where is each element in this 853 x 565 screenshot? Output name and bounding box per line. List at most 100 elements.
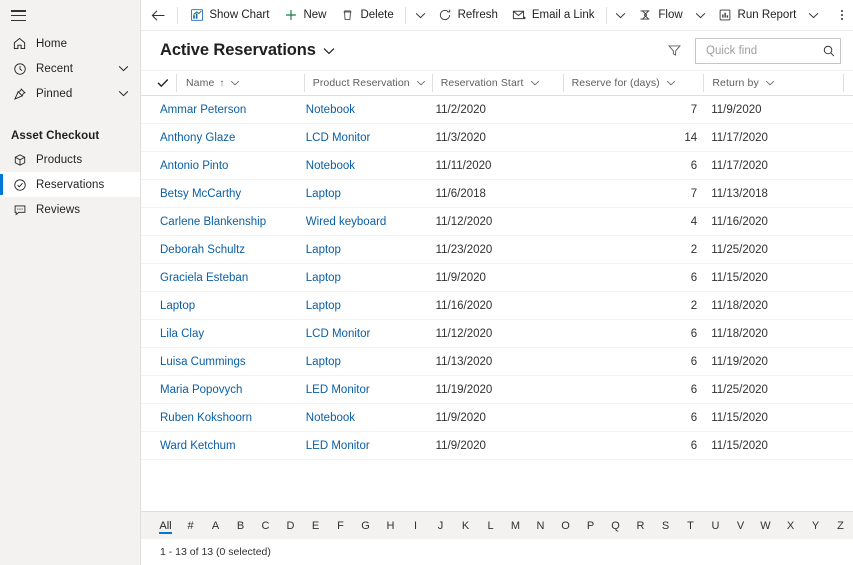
row-cell-product-reservation[interactable]: LCD Monitor bbox=[306, 328, 436, 340]
sidebar-item-recent[interactable]: Recent bbox=[0, 56, 140, 81]
row-cell-name[interactable]: Betsy McCarthy bbox=[160, 188, 306, 200]
row-cell-name[interactable]: Ward Ketchum bbox=[160, 440, 306, 452]
row-cell-product-reservation[interactable]: LED Monitor bbox=[306, 384, 436, 396]
flow-button[interactable]: Flow bbox=[631, 0, 689, 30]
row-cell-product-reservation[interactable]: Laptop bbox=[306, 300, 436, 312]
show-chart-button[interactable]: Show Chart bbox=[182, 0, 276, 30]
row-cell-product-reservation[interactable]: Wired keyboard bbox=[306, 216, 436, 228]
column-header-return-by[interactable]: Return by bbox=[703, 70, 843, 96]
chevron-down-icon[interactable] bbox=[230, 80, 240, 86]
site-map-toggle[interactable] bbox=[0, 0, 140, 31]
row-cell-name[interactable]: Anthony Glaze bbox=[160, 132, 306, 144]
run-report-button[interactable]: Run Report bbox=[711, 0, 804, 30]
alpha-filter-s[interactable]: S bbox=[653, 512, 678, 539]
alpha-filter-z[interactable]: Z bbox=[828, 512, 853, 539]
alpha-filter-c[interactable]: C bbox=[253, 512, 278, 539]
chevron-down-icon[interactable] bbox=[416, 80, 426, 86]
table-row[interactable]: Laptop Laptop 11/16/2020 2 11/18/2020 bbox=[141, 292, 853, 320]
email-a-link-button[interactable]: Email a Link bbox=[505, 0, 602, 30]
column-header-product-reservation[interactable]: Product Reservation bbox=[303, 70, 432, 96]
column-header-reservation-start[interactable]: Reservation Start bbox=[431, 70, 563, 96]
chevron-down-icon[interactable] bbox=[765, 80, 775, 86]
table-row[interactable]: Deborah Schultz Laptop 11/23/2020 2 11/25/20… bbox=[141, 236, 853, 264]
row-cell-product-reservation[interactable]: Laptop bbox=[306, 188, 436, 200]
chevron-down-icon[interactable] bbox=[114, 65, 132, 72]
alpha-filter-n[interactable]: N bbox=[528, 512, 553, 539]
flow-menu-caret[interactable] bbox=[690, 0, 711, 30]
alpha-filter-f[interactable]: F bbox=[328, 512, 353, 539]
alpha-filter-i[interactable]: I bbox=[403, 512, 428, 539]
row-cell-product-reservation[interactable]: Notebook bbox=[306, 104, 436, 116]
sidebar-item-reviews[interactable]: Reviews bbox=[0, 197, 140, 222]
new-button[interactable]: New bbox=[276, 0, 333, 30]
refresh-button[interactable]: Refresh bbox=[431, 0, 505, 30]
column-header-name[interactable]: Name ↑ bbox=[157, 70, 304, 96]
alpha-filter-h[interactable]: H bbox=[378, 512, 403, 539]
alpha-filter-d[interactable]: D bbox=[278, 512, 303, 539]
sidebar-item-home[interactable]: Home bbox=[0, 31, 140, 56]
row-cell-name[interactable]: Carlene Blankenship bbox=[160, 216, 306, 228]
alpha-filter-e[interactable]: E bbox=[303, 512, 328, 539]
row-cell-name[interactable]: Lila Clay bbox=[160, 328, 306, 340]
alpha-filter-t[interactable]: T bbox=[678, 512, 703, 539]
row-cell-name[interactable]: Maria Popovych bbox=[160, 384, 306, 396]
alpha-filter-m[interactable]: M bbox=[503, 512, 528, 539]
table-row[interactable]: Ammar Peterson Notebook 11/2/2020 7 11/9/202… bbox=[141, 96, 853, 124]
row-cell-name[interactable]: Graciela Esteban bbox=[160, 272, 306, 284]
email-menu-caret[interactable] bbox=[611, 0, 632, 30]
view-selector-caret[interactable] bbox=[323, 47, 335, 55]
alpha-filter-b[interactable]: B bbox=[228, 512, 253, 539]
alpha-filter-k[interactable]: K bbox=[453, 512, 478, 539]
search-input[interactable] bbox=[704, 43, 822, 58]
table-row[interactable]: Maria Popovych LED Monitor 11/19/2020 6 11/2… bbox=[141, 376, 853, 404]
back-button[interactable] bbox=[143, 0, 173, 30]
sidebar-item-pinned[interactable]: Pinned bbox=[0, 81, 140, 106]
row-cell-product-reservation[interactable]: Notebook bbox=[306, 160, 436, 172]
filter-button[interactable] bbox=[661, 38, 687, 64]
alpha-filter-u[interactable]: U bbox=[703, 512, 728, 539]
chevron-down-icon[interactable] bbox=[530, 80, 540, 86]
row-cell-product-reservation[interactable]: LCD Monitor bbox=[306, 132, 436, 144]
select-all-checkbox[interactable] bbox=[157, 78, 177, 88]
delete-menu-caret[interactable] bbox=[410, 0, 431, 30]
table-row[interactable]: Betsy McCarthy Laptop 11/6/2018 7 11/13/2018 bbox=[141, 180, 853, 208]
row-cell-name[interactable]: Laptop bbox=[160, 300, 306, 312]
row-cell-name[interactable]: Antonio Pinto bbox=[160, 160, 306, 172]
row-cell-name[interactable]: Ammar Peterson bbox=[160, 104, 306, 116]
alpha-filter-q[interactable]: Q bbox=[603, 512, 628, 539]
alpha-filter-all[interactable]: All bbox=[153, 512, 178, 539]
alpha-filter-w[interactable]: W bbox=[753, 512, 778, 539]
alpha-filter-y[interactable]: Y bbox=[803, 512, 828, 539]
chevron-down-icon[interactable] bbox=[114, 90, 132, 97]
chevron-down-icon[interactable] bbox=[666, 80, 676, 86]
row-cell-name[interactable]: Ruben Kokshoorn bbox=[160, 412, 306, 424]
row-cell-product-reservation[interactable]: Laptop bbox=[306, 356, 436, 368]
sidebar-item-products[interactable]: Products bbox=[0, 147, 140, 172]
column-header-reserve-for-days[interactable]: Reserve for (days) bbox=[562, 70, 704, 96]
table-row[interactable]: Ward Ketchum LED Monitor 11/9/2020 6 11/15/2… bbox=[141, 432, 853, 460]
row-cell-name[interactable]: Luisa Cummings bbox=[160, 356, 306, 368]
table-row[interactable]: Ruben Kokshoorn Notebook 11/9/2020 6 11/15/2… bbox=[141, 404, 853, 432]
run-report-menu-caret[interactable] bbox=[803, 0, 824, 30]
row-cell-name[interactable]: Deborah Schultz bbox=[160, 244, 306, 256]
table-row[interactable]: Luisa Cummings Laptop 11/13/2020 6 11/19/202… bbox=[141, 348, 853, 376]
table-row[interactable]: Graciela Esteban Laptop 11/9/2020 6 11/15/20… bbox=[141, 264, 853, 292]
alpha-filter-j[interactable]: J bbox=[428, 512, 453, 539]
search-icon[interactable] bbox=[822, 42, 836, 60]
alpha-filter-o[interactable]: O bbox=[553, 512, 578, 539]
sidebar-item-reservations[interactable]: Reservations bbox=[0, 172, 140, 197]
table-row[interactable]: Carlene Blankenship Wired keyboard 11/12/2… bbox=[141, 208, 853, 236]
alpha-filter-v[interactable]: V bbox=[728, 512, 753, 539]
alpha-filter-r[interactable]: R bbox=[628, 512, 653, 539]
quick-find-box[interactable] bbox=[695, 37, 841, 64]
table-row[interactable]: Antonio Pinto Notebook 11/11/2020 6 11/17/20… bbox=[141, 152, 853, 180]
table-row[interactable]: Anthony Glaze LCD Monitor 11/3/2020 14 11/17… bbox=[141, 124, 853, 152]
row-cell-product-reservation[interactable]: Notebook bbox=[306, 412, 436, 424]
delete-button[interactable]: Delete bbox=[333, 0, 400, 30]
alpha-filter-hash[interactable]: # bbox=[178, 512, 203, 539]
row-cell-product-reservation[interactable]: LED Monitor bbox=[306, 440, 436, 452]
alpha-filter-a[interactable]: A bbox=[203, 512, 228, 539]
row-cell-product-reservation[interactable]: Laptop bbox=[306, 272, 436, 284]
alpha-filter-x[interactable]: X bbox=[778, 512, 803, 539]
alpha-filter-l[interactable]: L bbox=[478, 512, 503, 539]
